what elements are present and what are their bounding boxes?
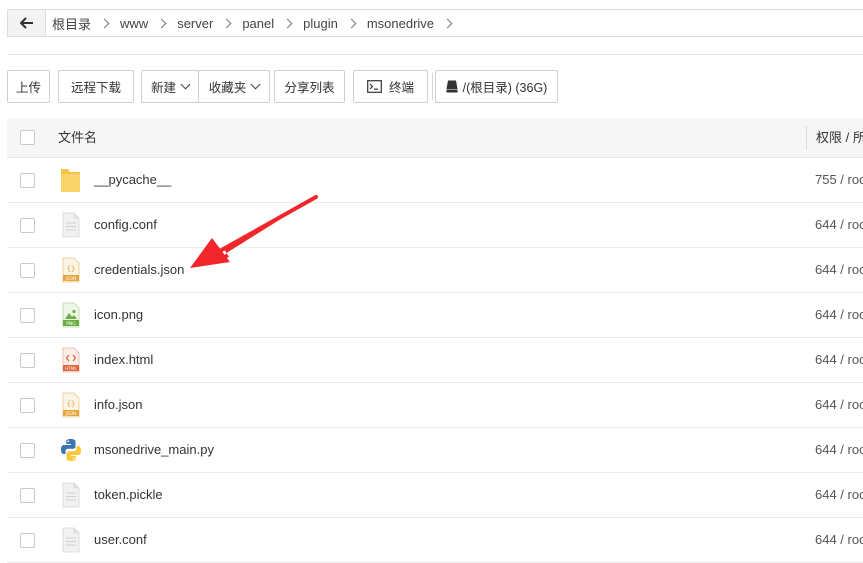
breadcrumb-item-panel[interactable]: panel — [242, 16, 274, 31]
arrow-left-icon — [19, 17, 33, 29]
svg-text:PNG: PNG — [66, 321, 76, 327]
file-icon — [62, 482, 80, 508]
file-name[interactable]: __pycache__ — [94, 158, 171, 202]
chevron-right-icon — [99, 18, 110, 28]
row-checkbox[interactable] — [20, 533, 35, 548]
file-icon — [62, 527, 80, 553]
svg-text:JSON: JSON — [64, 276, 76, 282]
file-permission[interactable]: 644 / roo — [815, 203, 863, 247]
row-checkbox[interactable] — [20, 353, 35, 368]
chevron-right-icon — [442, 18, 453, 28]
row-checkbox[interactable] — [20, 488, 35, 503]
breadcrumb: 根目录 www server panel plugin msonedrive — [52, 10, 463, 36]
chevron-down-icon — [180, 79, 191, 90]
file-permission[interactable]: 755 / roo — [815, 158, 863, 202]
column-header-filename[interactable]: 文件名 — [58, 118, 97, 158]
file-name[interactable]: info.json — [94, 383, 142, 427]
divider — [7, 54, 863, 55]
file-name[interactable]: user.conf — [94, 518, 147, 562]
breadcrumb-item-plugin[interactable]: plugin — [303, 16, 338, 31]
file-permission[interactable]: 644 / roo — [815, 428, 863, 472]
terminal-icon — [367, 80, 382, 93]
chevron-right-icon — [221, 18, 232, 28]
row-checkbox[interactable] — [20, 173, 35, 188]
file-permission[interactable]: 644 / roo — [815, 473, 863, 517]
file-name[interactable]: credentials.json — [94, 248, 184, 292]
table-row[interactable]: user.conf 644 / roo — [7, 518, 863, 563]
row-checkbox[interactable] — [20, 263, 35, 278]
svg-text:{}: {} — [67, 400, 75, 408]
terminal-button[interactable]: 终端 — [353, 70, 428, 103]
table-header: 文件名 权限 / 所 — [7, 118, 863, 158]
toolbar-separator — [432, 73, 433, 100]
row-checkbox[interactable] — [20, 308, 35, 323]
file-name[interactable]: token.pickle — [94, 473, 163, 517]
new-dropdown-button[interactable]: 新建 — [141, 70, 199, 103]
breadcrumb-item-root[interactable]: 根目录 — [52, 14, 91, 33]
share-list-button[interactable]: 分享列表 — [274, 70, 345, 103]
back-button[interactable] — [8, 10, 46, 36]
favorites-dropdown-button[interactable]: 收藏夹 — [198, 70, 270, 103]
disk-button[interactable]: /(根目录) (36G) — [435, 70, 558, 103]
table-row[interactable]: HTML index.html 644 / roo — [7, 338, 863, 383]
file-permission[interactable]: 644 / roo — [815, 293, 863, 337]
chevron-down-icon — [250, 79, 261, 90]
json-file-icon: {} JSON — [62, 392, 80, 418]
table-row[interactable]: {} JSON credentials.json 644 / roo — [7, 248, 863, 293]
json-file-icon: {} JSON — [62, 257, 80, 283]
file-name[interactable]: icon.png — [94, 293, 143, 337]
table-row[interactable]: __pycache__ 755 / roo — [7, 158, 863, 203]
path-bar: 根目录 www server panel plugin msonedrive — [7, 9, 863, 37]
row-checkbox[interactable] — [20, 218, 35, 233]
html-file-icon: HTML — [62, 347, 80, 373]
python-file-icon — [61, 439, 81, 461]
chevron-right-icon — [346, 18, 357, 28]
column-header-permission[interactable]: 权限 / 所 — [816, 118, 863, 158]
upload-button[interactable]: 上传 — [7, 70, 50, 103]
breadcrumb-item-msonedrive[interactable]: msonedrive — [367, 16, 434, 31]
chevron-right-icon — [156, 18, 167, 28]
file-permission[interactable]: 644 / roo — [815, 338, 863, 382]
file-icon — [62, 212, 80, 238]
row-checkbox[interactable] — [20, 398, 35, 413]
file-permission[interactable]: 644 / roo — [815, 383, 863, 427]
table-row[interactable]: {} JSON info.json 644 / roo — [7, 383, 863, 428]
table-row[interactable]: msonedrive_main.py 644 / roo — [7, 428, 863, 473]
file-name[interactable]: index.html — [94, 338, 153, 382]
column-divider — [806, 126, 807, 150]
file-permission[interactable]: 644 / roo — [815, 518, 863, 562]
chevron-right-icon — [282, 18, 293, 28]
file-permission[interactable]: 644 / roo — [815, 248, 863, 292]
table-row[interactable]: PNG icon.png 644 / roo — [7, 293, 863, 338]
svg-text:{}: {} — [67, 265, 75, 273]
breadcrumb-item-www[interactable]: www — [120, 16, 148, 31]
breadcrumb-item-server[interactable]: server — [177, 16, 213, 31]
remote-download-button[interactable]: 远程下载 — [58, 70, 134, 103]
svg-text:HTML: HTML — [65, 366, 77, 371]
png-file-icon: PNG — [62, 302, 80, 328]
file-name[interactable]: config.conf — [94, 203, 157, 247]
row-checkbox[interactable] — [20, 443, 35, 458]
table-row[interactable]: config.conf 644 / roo — [7, 203, 863, 248]
hard-drive-icon — [446, 80, 458, 93]
table-row[interactable]: token.pickle 644 / roo — [7, 473, 863, 518]
folder-icon — [61, 169, 80, 192]
select-all-checkbox[interactable] — [20, 130, 35, 145]
svg-text:JSON: JSON — [64, 411, 76, 417]
file-name[interactable]: msonedrive_main.py — [94, 428, 214, 472]
